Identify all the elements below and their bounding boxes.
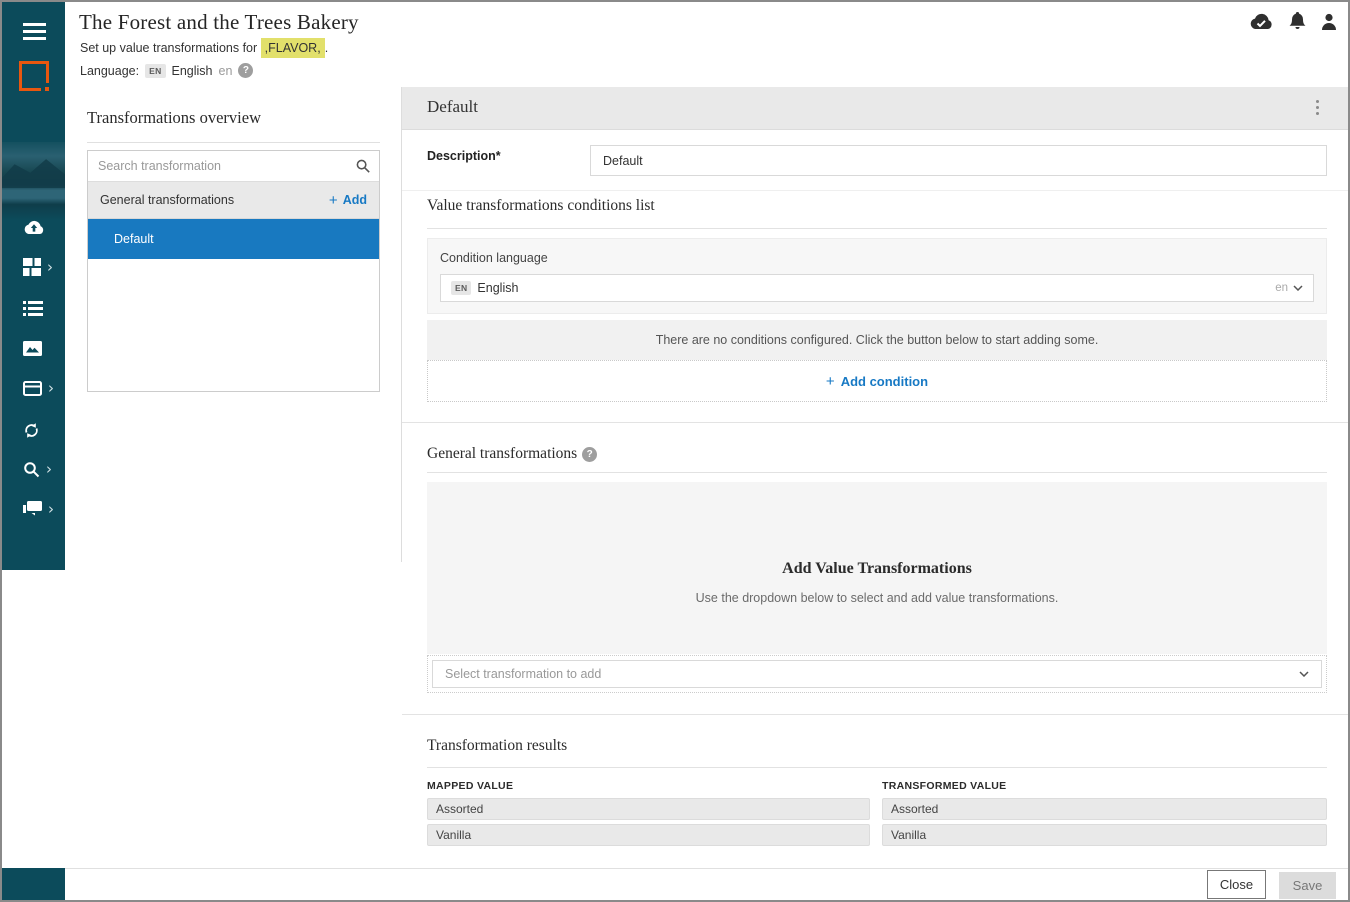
chevron-right-icon: › xyxy=(46,462,52,477)
language-name: English xyxy=(477,281,518,295)
user-icon[interactable] xyxy=(1321,13,1337,36)
group-label: General transformations xyxy=(100,193,234,207)
sidebar-item-messages[interactable]: › xyxy=(2,490,65,528)
sidebar-footer-block xyxy=(2,868,65,900)
no-conditions-message: There are no conditions configured. Clic… xyxy=(427,320,1327,360)
sidebar: › › xyxy=(2,2,65,570)
language-badge: EN xyxy=(451,281,471,295)
chevron-down-icon xyxy=(1293,285,1303,291)
section-divider xyxy=(402,714,1350,715)
panel-divider xyxy=(401,87,402,562)
app-window: › › xyxy=(0,0,1350,902)
language-name: English xyxy=(172,64,213,78)
divider xyxy=(427,767,1327,768)
detail-header: Default xyxy=(402,87,1350,130)
sidebar-item-dashboard[interactable]: › xyxy=(2,248,65,286)
page-title: The Forest and the Trees Bakery xyxy=(79,10,359,35)
footer-bar: Close Save xyxy=(65,868,1350,900)
flavor-highlight: ,FLAVOR, xyxy=(261,38,325,58)
conditions-section-title: Value transformations conditions list xyxy=(427,197,655,215)
language-label: Language: xyxy=(80,64,139,78)
placeholder-subtitle: Use the dropdown below to select and add… xyxy=(427,591,1327,605)
hamburger-menu-icon[interactable] xyxy=(23,23,46,40)
language-code: en xyxy=(1275,282,1288,294)
language-code: en xyxy=(219,64,233,78)
media-image-icon xyxy=(23,341,42,356)
sync-icon xyxy=(23,422,40,439)
select-transformation-dropdown[interactable]: Select transformation to add xyxy=(432,660,1322,688)
chevron-right-icon: › xyxy=(48,381,54,396)
overview-panel-title: Transformations overview xyxy=(87,108,261,128)
chevron-down-icon xyxy=(1299,671,1309,677)
mapped-value-column-header: MAPPED VALUE xyxy=(427,780,513,792)
help-icon[interactable]: ? xyxy=(582,447,597,462)
sidebar-item-sites[interactable]: › xyxy=(2,369,65,407)
divider xyxy=(427,472,1327,473)
cloud-sync-icon[interactable] xyxy=(1249,13,1274,35)
detail-title: Default xyxy=(427,97,478,117)
divider xyxy=(427,228,1327,229)
add-label: Add xyxy=(343,193,367,207)
condition-language-label: Condition language xyxy=(440,251,548,265)
transformation-select-wrapper: Select transformation to add xyxy=(427,655,1327,693)
cloud-upload-icon xyxy=(23,220,45,235)
browser-card-icon xyxy=(23,381,42,396)
sidebar-item-lists[interactable] xyxy=(2,289,65,327)
search-row xyxy=(88,151,379,182)
add-condition-label: Add condition xyxy=(841,374,928,389)
divider xyxy=(402,190,1350,191)
close-button[interactable]: Close xyxy=(1207,870,1266,899)
plus-icon: + xyxy=(329,192,338,209)
add-value-transformations-placeholder: Add Value Transformations Use the dropdo… xyxy=(427,482,1327,654)
select-placeholder: Select transformation to add xyxy=(445,667,601,681)
transformation-item-default[interactable]: Default xyxy=(88,219,379,259)
brand-logo[interactable] xyxy=(19,61,49,91)
section-title: General transformations xyxy=(427,445,577,463)
section-divider xyxy=(402,422,1350,423)
add-transformation-button[interactable]: + Add xyxy=(329,192,367,209)
notifications-bell-icon[interactable] xyxy=(1289,12,1306,36)
placeholder-title: Add Value Transformations xyxy=(427,560,1327,578)
results-section-title: Transformation results xyxy=(427,737,567,755)
page-subtitle: Set up value transformations for ,FLAVOR… xyxy=(80,41,328,55)
save-button[interactable]: Save xyxy=(1279,872,1336,899)
list-icon xyxy=(23,301,43,316)
result-cell-transformed: Vanilla xyxy=(882,824,1327,846)
divider xyxy=(87,142,380,143)
page-header: The Forest and the Trees Bakery Set up v… xyxy=(65,2,1350,87)
apps-grid-icon xyxy=(23,258,41,276)
result-cell-transformed: Assorted xyxy=(882,798,1327,820)
add-condition-button[interactable]: + Add condition xyxy=(427,360,1327,402)
description-input[interactable] xyxy=(590,145,1327,176)
subtitle-text: Set up value transformations for xyxy=(80,41,261,55)
condition-language-select[interactable]: EN English en xyxy=(440,274,1314,302)
subtitle-period: . xyxy=(325,41,328,55)
chat-icon xyxy=(23,501,42,517)
help-icon[interactable]: ? xyxy=(238,63,253,78)
sidebar-item-media[interactable] xyxy=(2,329,65,367)
transformations-list-box: General transformations + Add Default xyxy=(87,150,380,392)
sidebar-item-search[interactable]: › xyxy=(2,450,65,488)
sidebar-item-import[interactable] xyxy=(2,208,65,246)
result-cell-mapped: Assorted xyxy=(427,798,870,820)
sidebar-item-sync[interactable] xyxy=(2,411,65,449)
transformations-overview-panel: Transformations overview General transfo… xyxy=(65,87,402,870)
transformed-value-column-header: TRANSFORMED VALUE xyxy=(882,780,1007,792)
search-transformation-input[interactable] xyxy=(88,159,356,173)
search-icon xyxy=(23,461,40,478)
kebab-menu-icon[interactable] xyxy=(1310,97,1324,121)
header-actions xyxy=(1249,12,1337,36)
chevron-right-icon: › xyxy=(48,502,54,517)
plus-icon: + xyxy=(826,373,835,390)
chevron-right-icon: › xyxy=(47,260,53,275)
condition-language-box: Condition language EN English en xyxy=(427,238,1327,314)
language-badge: EN xyxy=(145,64,165,78)
search-icon[interactable] xyxy=(356,159,370,173)
general-transformations-group-row: General transformations + Add xyxy=(88,182,379,219)
result-cell-mapped: Vanilla xyxy=(427,824,870,846)
language-row: Language: EN English en ? xyxy=(80,63,253,78)
general-transformations-heading: General transformations ? xyxy=(427,445,597,463)
description-label: Description* xyxy=(427,149,501,163)
